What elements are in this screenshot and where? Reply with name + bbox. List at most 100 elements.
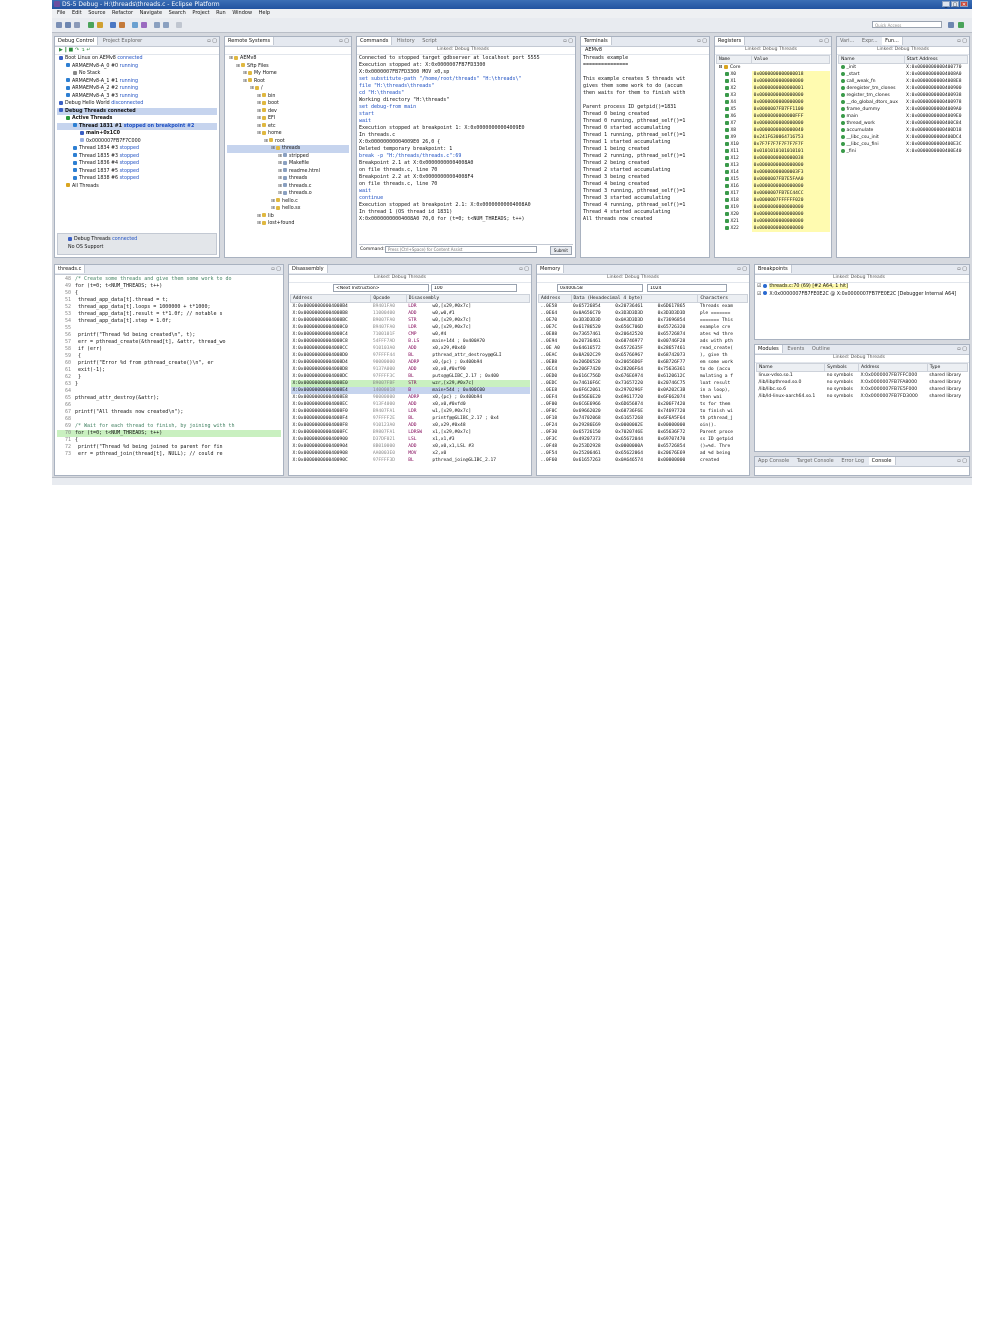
register-row[interactable]: X21 0x0000000000000000 <box>717 218 830 225</box>
run-icon[interactable] <box>132 22 138 28</box>
memory-word[interactable]: 0x656C706D <box>613 324 655 331</box>
memory-word[interactable]: 0x65622064 <box>613 450 655 457</box>
memory-characters[interactable]: Threads exam <box>698 303 748 311</box>
tools-icon[interactable] <box>141 22 147 28</box>
memory-characters[interactable]: to do (accu <box>698 366 748 373</box>
code-line[interactable]: 73 err = pthread_join(thread[t], NULL); … <box>57 451 281 458</box>
memory-word[interactable]: 0x68742073 <box>656 352 698 359</box>
column-header[interactable]: Address <box>290 294 372 303</box>
function-row[interactable]: __libc_csu_init X:0x0000000000400DC4 <box>839 134 968 141</box>
register-value[interactable]: 0x0000000000000000 <box>751 99 830 106</box>
menu-refactor[interactable]: Refactor <box>112 9 133 18</box>
linked-context[interactable]: Linked: Debug Threads <box>877 47 929 52</box>
code-line[interactable]: 57 err = pthread_create(&thread[t], &att… <box>57 339 281 346</box>
tab-outline[interactable]: Outline <box>809 345 833 353</box>
ds5-perspective-icon[interactable] <box>958 22 964 28</box>
disassembly-row[interactable]: X:0x00000000004008C8 54FFF7AD B.LS main+144… <box>291 338 530 345</box>
debug-tree-item[interactable]: Active Threads <box>57 115 217 123</box>
expand-icon[interactable]: ⊞ <box>271 146 275 151</box>
disassembly-row[interactable]: X:0x00000000004008F8 910123A0 ADD x0,x29,#0… <box>291 422 530 429</box>
memory-word[interactable]: 0x00746F28 <box>656 338 698 345</box>
open-perspective-icon[interactable] <box>948 22 954 28</box>
memory-row[interactable]: ..0F48 0x253D2928 0x0000000A 0x65726854 ()=%… <box>539 443 748 450</box>
register-row[interactable]: X9 0x241F630064716753 <box>717 134 830 141</box>
module-row[interactable]: /lib/libc.so.6 no symbols X:0x0000007FB7E5… <box>757 386 968 393</box>
memory-word[interactable]: 0x28657461 <box>656 345 698 352</box>
memory-word[interactable]: 0x74702068 <box>571 415 613 422</box>
memory-characters[interactable]: em some work <box>698 359 748 366</box>
view-controls[interactable]: ▫ ▢ <box>957 346 967 352</box>
memory-characters[interactable]: ()=%d. Thre <box>698 443 748 450</box>
close-button[interactable]: ✕ <box>960 1 968 8</box>
memory-characters[interactable]: to finish wi <box>698 408 748 415</box>
memory-row[interactable]: ..0F18 0x74702068 0x61657268 0x6F6A5F64 th p… <box>539 415 748 422</box>
column-header[interactable]: Data (Hexadecimal 4 byte) <box>570 294 699 303</box>
code-line[interactable]: 72 printf("Thread %d being joined to par… <box>57 444 281 451</box>
function-row[interactable]: _init X:0x0000000000400770 <box>839 64 968 72</box>
linked-context[interactable]: Linked: Debug Threads <box>745 47 797 52</box>
register-value[interactable]: 0x0000007FFFFFF020 <box>751 197 830 204</box>
remote-tree-item[interactable]: ⊞ AEMv8 <box>227 55 349 63</box>
memory-word[interactable]: 0x68746977 <box>613 338 655 345</box>
linked-context[interactable]: Linked: Debug Threads <box>374 275 426 280</box>
disassembly-row[interactable]: X:0x00000000004008F4 97FFFF2E BL printf@@GL… <box>291 415 530 422</box>
submit-button[interactable]: Submit <box>549 246 572 255</box>
memory-word[interactable]: 0x25206461 <box>571 450 613 457</box>
address-input[interactable] <box>333 284 429 292</box>
save-icon[interactable] <box>65 22 71 28</box>
view-controls[interactable]: ▫ ▢ <box>697 38 707 44</box>
menu-search[interactable]: Search <box>169 9 186 18</box>
tab-project-explorer[interactable]: Project Explorer <box>100 37 146 45</box>
register-value[interactable]: 0x0000000000000000 <box>751 183 830 190</box>
expand-icon[interactable]: ⊞ <box>278 161 282 166</box>
memory-row[interactable]: ..0F00 0x6C6E6966 0x6D656874 0x206F7420 ts f… <box>539 401 748 408</box>
disassembly-row[interactable]: X:0x00000000004008FC B9807FA1 LDRSW x1,[x29… <box>291 429 530 436</box>
remote-tree-item[interactable]: ⊞ stripped <box>227 153 349 161</box>
memory-word[interactable]: 0x6120612C <box>656 373 698 380</box>
debug-tree-item[interactable]: All Threads <box>57 183 217 191</box>
function-row[interactable]: __do_global_dtors_aux X:0x000000000040097… <box>839 99 968 106</box>
code-line[interactable]: 65 pthread_attr_destroy(&attr); <box>57 395 281 402</box>
code-line[interactable]: 54 thread_app_data[t].step = 1.0f; <box>57 318 281 325</box>
register-value[interactable]: 0x0000000000000000 <box>751 78 830 85</box>
debug-tree-item[interactable]: Thread 1836 #4 stopped <box>57 160 217 168</box>
memory-word[interactable]: 0x61657263 <box>571 457 613 464</box>
disassembly-row[interactable]: X:0x0000000000400908 AA0003E0 MOV x2,x0 <box>291 450 530 457</box>
memory-row[interactable]: ..0E58 0x65726854 0x20736461 0x6D617865 Thre… <box>539 303 748 311</box>
memory-word[interactable]: 0x2970296F <box>613 387 655 394</box>
tab-debug-control[interactable]: Debug Control <box>55 37 99 45</box>
remote-tree-item[interactable]: ⊞ boot <box>227 100 349 108</box>
code-line[interactable]: 56 printf("Thread %d being created\n", t… <box>57 332 281 339</box>
register-row[interactable]: X17 0x0000007FB7EC44CC <box>717 190 830 197</box>
register-value[interactable]: 0x0000000000000001 <box>751 85 830 92</box>
code-line[interactable]: 58 if (err) <box>57 346 281 353</box>
column-header[interactable]: Symbols <box>824 363 859 372</box>
debug-tree-item[interactable]: Debug Hello World disconnected <box>57 100 217 108</box>
memory-word[interactable]: 0x61657268 <box>613 415 655 422</box>
code-line[interactable]: 62 } <box>57 374 281 381</box>
memory-word[interactable]: 0x65726854 <box>656 443 698 450</box>
view-controls[interactable]: ▫ ▢ <box>957 38 967 44</box>
linked-context[interactable]: Linked: Debug Threads <box>437 47 489 52</box>
linked-context[interactable]: Linked: Debug Threads <box>833 275 885 280</box>
memory-word[interactable]: 0x73657461 <box>571 331 613 338</box>
memory-row[interactable]: ..0E7C 0x61786520 0x656C706D 0x65726320 exa… <box>539 324 748 331</box>
disassembly-row[interactable]: X:0x00000000004008CC 910103A0 ADD x0,x29,#0… <box>291 345 530 352</box>
remote-tree-item[interactable]: ⊞ threads.c <box>227 183 349 191</box>
function-row[interactable]: frame_dummy X:0x00000000004009A0 <box>839 106 968 113</box>
code-line[interactable]: 55 <box>57 325 281 332</box>
debug-tree-item[interactable]: Thread 1837 #5 stopped <box>57 168 217 176</box>
expand-icon[interactable]: ⊞ <box>257 101 261 106</box>
memory-characters[interactable]: mulating a f <box>698 373 748 380</box>
remote-tree-item[interactable]: ⊞ lost+found <box>227 220 349 228</box>
code-line[interactable]: 69 /* Wait for each thread to finish, by … <box>57 423 281 430</box>
disassembly-row[interactable]: X:0x00000000004008E0 B9007FBF STR wzr,[x29,… <box>290 380 530 387</box>
memory-word[interactable]: 0x49207373 <box>571 436 613 443</box>
breakpoint-item[interactable]: ☑ threads.c:70 (69) [#2 A64, 1 hit] <box>757 283 967 291</box>
register-value[interactable]: 0x0000000000000000 <box>751 162 830 169</box>
remote-tree-item[interactable]: ⊞ threads <box>227 145 349 153</box>
remote-tree-item[interactable]: ⊞ root <box>227 138 349 146</box>
memory-word[interactable]: 0x29286E69 <box>571 422 613 429</box>
disassembly-row[interactable]: X:0x00000000004008EC 913F4000 ADD x0,x0,#0x… <box>291 401 530 408</box>
memory-word[interactable]: 0x206F7420 <box>656 401 698 408</box>
